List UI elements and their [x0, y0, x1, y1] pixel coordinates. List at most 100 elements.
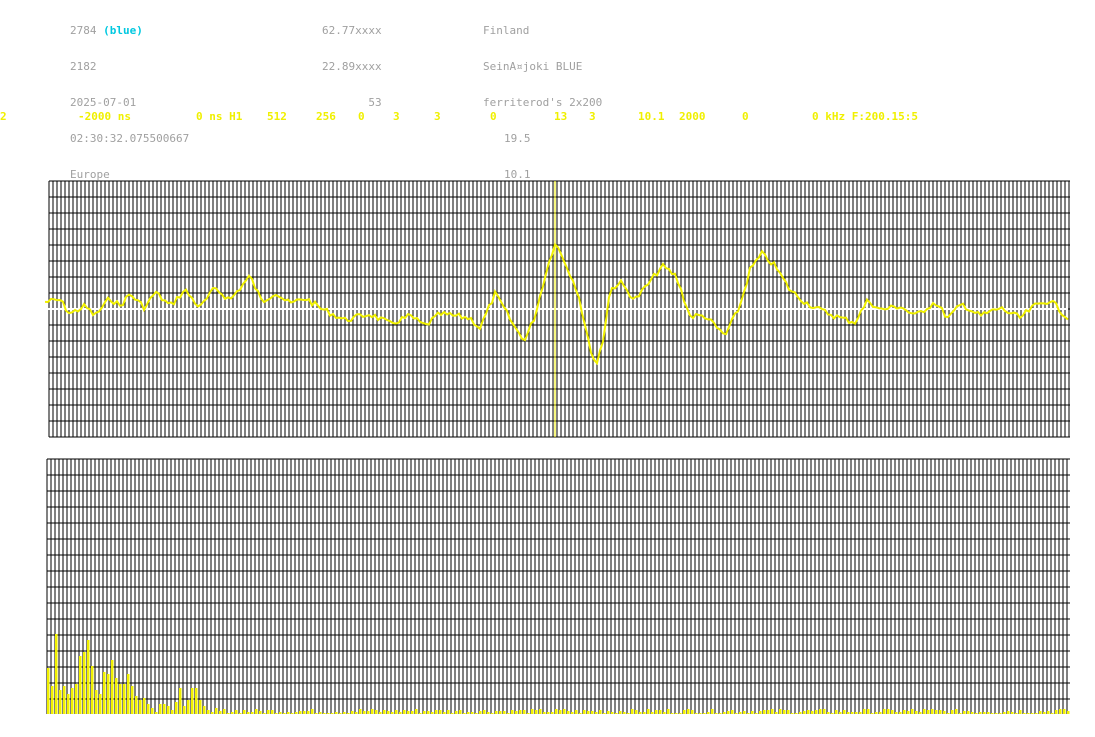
spectrum-bar: [343, 712, 346, 714]
spectrum-bar: [539, 709, 542, 714]
spectrum-bar: [935, 710, 938, 714]
spectrum-bar: [139, 700, 142, 714]
spectrum-bar: [87, 640, 90, 714]
spectrum-bar: [171, 710, 174, 714]
spectrum-bar: [779, 709, 782, 714]
spectrum-bar: [195, 688, 198, 714]
signal-plots: [44, 180, 1070, 714]
spectrum-bar: [683, 710, 686, 714]
spectrum-bar: [875, 712, 878, 714]
spectrum-bar: [655, 710, 658, 714]
spectrum-bar: [331, 713, 334, 714]
spectrum-bar: [1039, 711, 1042, 714]
spectrum-bar: [771, 709, 774, 714]
spectrum-bar: [187, 700, 190, 714]
spectrum-bar: [223, 709, 226, 714]
spectrum-bar: [395, 710, 398, 714]
spectrum-bar: [407, 711, 410, 714]
spectrum-bar: [535, 710, 538, 714]
spectrum-bar: [83, 652, 86, 714]
spectrum-bar: [739, 712, 742, 714]
spectrum-bar: [243, 710, 246, 714]
spectrum-bar: [867, 709, 870, 714]
spectrum-bar: [755, 713, 758, 714]
spectrum-bar: [583, 710, 586, 714]
spectrum-bar: [427, 711, 430, 714]
spectrum-bar: [823, 709, 826, 714]
spectrum-bar: [611, 712, 614, 714]
spectrum-bar: [315, 713, 318, 714]
spectrum-bar: [887, 709, 890, 714]
spectrum-bar: [587, 711, 590, 714]
spectrum-bar: [1027, 713, 1030, 714]
spectrum-bar: [651, 712, 654, 714]
spectrum-bar: [891, 710, 894, 714]
spectrum-bar: [527, 713, 530, 714]
spectrum-bar: [183, 706, 186, 714]
spectrum-bar: [323, 713, 326, 714]
spectrum-bar: [999, 713, 1002, 714]
spectrum-bar: [751, 711, 754, 714]
spectrum-bar: [987, 712, 990, 714]
spectrum-bar: [547, 712, 550, 714]
spectrum-bar: [1003, 712, 1006, 714]
spectrum-bar: [927, 710, 930, 714]
spectrum-bar: [375, 710, 378, 714]
spectrum-bar: [363, 711, 366, 714]
spectrum-bar: [971, 712, 974, 714]
spectrum-bar: [763, 710, 766, 714]
spectrum-bar: [151, 708, 154, 714]
spectrum-bar: [107, 674, 110, 714]
spectrum-bar: [47, 668, 50, 714]
spectrum-bar: [227, 713, 230, 714]
spectrum-bar: [659, 710, 662, 714]
spectrum-bar: [423, 711, 426, 714]
spectrum-bar: [263, 713, 266, 714]
spectrum-bar: [207, 710, 210, 714]
spectrum-bar: [1019, 710, 1022, 714]
spectrum-bar: [619, 711, 622, 714]
spectrum-bar: [359, 709, 362, 714]
spectrum-bar: [711, 709, 714, 714]
spectrum-bar: [839, 712, 842, 714]
spectrum-bar: [907, 711, 910, 714]
spectrum-bar: [719, 713, 722, 714]
spectrum-bar: [847, 712, 850, 714]
spectrum-bar: [759, 711, 762, 714]
spectrum-bar: [295, 712, 298, 714]
spectrum-bar: [635, 710, 638, 714]
spectrum-bar: [351, 711, 354, 714]
spectrum-bar: [299, 711, 302, 714]
spectrum-bar: [471, 712, 474, 714]
spectrum-bar: [447, 710, 450, 714]
spectrum-bar: [155, 712, 158, 714]
spectrum-bar: [167, 706, 170, 714]
spectrum-bar: [663, 712, 666, 714]
spectrum-bar: [923, 709, 926, 714]
spectrum-bar: [807, 710, 810, 714]
spectrum-bar: [791, 713, 794, 714]
spectrum-bar: [339, 713, 342, 714]
spectrum-bar: [399, 712, 402, 714]
spectrum-bar: [595, 712, 598, 714]
spectrum-bar: [555, 709, 558, 714]
spectrum-bar: [383, 710, 386, 714]
spectrum-bar: [563, 709, 566, 714]
spectrum-bar: [319, 712, 322, 714]
spectrum-bar: [695, 713, 698, 714]
spectrum-bar: [123, 684, 126, 714]
spectrum-bar: [799, 712, 802, 714]
spectrum-bar: [131, 686, 134, 714]
spectrum-bar: [67, 694, 70, 714]
spectrum-bar: [147, 704, 150, 714]
spectrum-bar: [191, 688, 194, 714]
spectrum-bar: [603, 713, 606, 714]
spectrum-bar: [991, 713, 994, 714]
spectrum-bar: [251, 712, 254, 714]
spectrum-bar: [483, 710, 486, 714]
spectrum-bar: [843, 710, 846, 714]
spectrum-bar: [631, 709, 634, 714]
spectrum-bar: [815, 710, 818, 714]
spectrum-bar: [91, 666, 94, 714]
spectrum-bar: [575, 710, 578, 714]
